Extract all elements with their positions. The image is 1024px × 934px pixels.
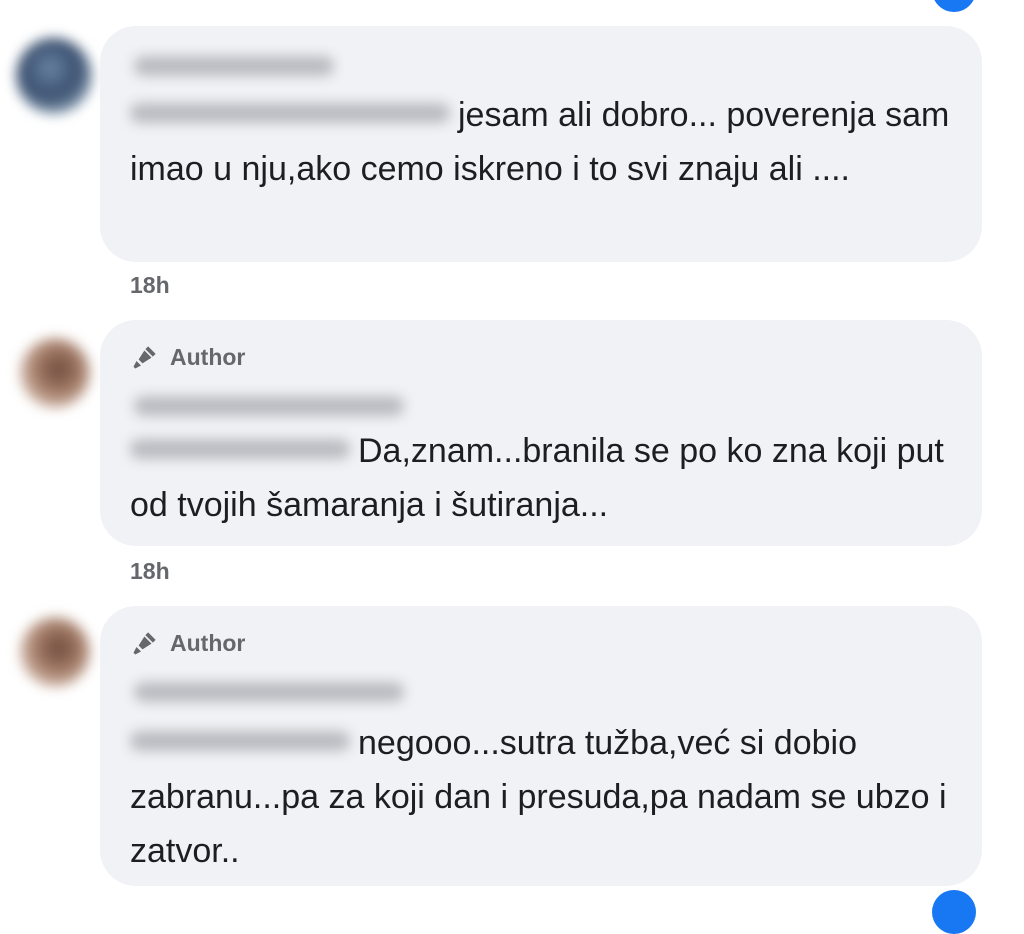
comment-text: jesam ali dobro... poverenja sam imao u …: [130, 96, 950, 188]
reaction-badge-icon: [932, 890, 976, 934]
timestamp[interactable]: 18h: [130, 558, 170, 585]
comment-bubble: Author negooo...sutra tužba,već si dobio…: [100, 606, 982, 886]
timestamp[interactable]: 18h: [130, 272, 170, 299]
blurred-mention[interactable]: [130, 103, 450, 124]
author-badge: Author: [130, 342, 245, 372]
avatar[interactable]: [20, 617, 90, 687]
author-badge: Author: [130, 628, 245, 658]
mic-icon: [133, 346, 156, 369]
blurred-mention[interactable]: [130, 731, 350, 752]
reaction-badge-icon: [932, 0, 976, 12]
mic-icon: [133, 632, 156, 655]
avatar[interactable]: [16, 38, 92, 114]
blurred-author-name[interactable]: [134, 396, 404, 416]
author-label: Author: [170, 343, 246, 370]
blurred-mention[interactable]: [130, 439, 350, 460]
author-label: Author: [170, 629, 246, 656]
comment-text: negooo...sutra tužba,već si dobio zabran…: [130, 724, 947, 870]
comment-bubble: Author Da,znam...branila se po ko zna ko…: [100, 320, 982, 546]
blurred-author-name[interactable]: [134, 56, 334, 76]
blurred-author-name[interactable]: [134, 682, 404, 702]
comment-bubble: jesam ali dobro... poverenja sam imao u …: [100, 26, 982, 262]
comment-text: Da,znam...branila se po ko zna koji put …: [130, 432, 944, 524]
avatar[interactable]: [20, 338, 90, 408]
